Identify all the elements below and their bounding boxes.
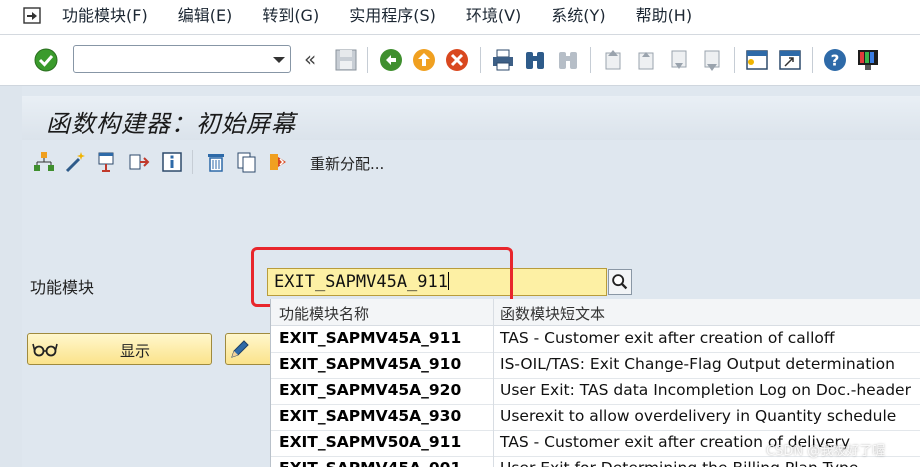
row-name: EXIT_SAPMV45A_911 [279, 329, 462, 347]
cancel-icon[interactable] [444, 47, 470, 73]
chevron-down-icon[interactable] [268, 45, 290, 73]
menu-help[interactable]: 帮助(H) [636, 6, 693, 26]
help-icon[interactable]: ? [822, 47, 848, 73]
table-row[interactable]: EXIT_SAPMV45A_911 TAS - Customer exit af… [271, 326, 920, 353]
menu-goto[interactable]: 转到(G) [262, 6, 319, 26]
copy-icon[interactable] [235, 150, 259, 174]
pencil-icon [231, 340, 249, 358]
toolbar-separator [812, 47, 813, 73]
row-text: IS-OIL/TAS: Exit Change-Flag Output dete… [500, 355, 895, 373]
row-text: TAS - Customer exit after creation of ca… [500, 329, 835, 347]
row-name: EXIT_SAPMV45A_910 [279, 355, 462, 373]
value-help-button[interactable] [608, 269, 632, 295]
page-title: 函数构建器：初始屏幕 [46, 110, 296, 138]
watermark: CSDN @我被好了喔 [766, 444, 886, 459]
table-row[interactable]: EXIT_SAPMV45A_910 IS-OIL/TAS: Exit Chang… [271, 352, 920, 379]
row-text: Userexit to allow overdelivery in Quanti… [500, 407, 897, 425]
hierarchy-icon[interactable] [32, 150, 56, 174]
display-button[interactable]: 显示 [27, 333, 212, 365]
menu-system[interactable]: 系统(Y) [551, 6, 605, 26]
column-header-name[interactable]: 功能模块名称 [279, 303, 369, 324]
enter-check-icon[interactable] [33, 47, 59, 73]
row-text: User Exit: TAS data Incompletion Log on … [500, 381, 911, 399]
customize-layout-icon[interactable] [855, 47, 881, 73]
test-run-icon[interactable] [128, 150, 152, 174]
row-name: EXIT_SAPMV45A_920 [279, 381, 462, 399]
row-name: EXIT_SAPMV50A_911 [279, 433, 462, 451]
toolbar-separator [734, 47, 735, 73]
standard-toolbar: « ? [0, 35, 920, 86]
find-icon[interactable] [522, 47, 548, 73]
menu-edit[interactable]: 编辑(E) [178, 6, 233, 26]
toolbar-separator [480, 47, 481, 73]
column-header-text[interactable]: 函数模块短文本 [500, 303, 605, 324]
previous-page-icon[interactable] [633, 47, 659, 73]
delete-icon[interactable] [204, 150, 228, 174]
menu-function-module[interactable]: 功能模块(F) [62, 6, 148, 26]
search-icon [612, 274, 628, 290]
menu-environment[interactable]: 环境(V) [466, 6, 521, 26]
table-row[interactable]: EXIT_SAPMV45A_930 Userexit to allow over… [271, 404, 920, 431]
next-page-icon[interactable] [666, 47, 692, 73]
magic-wand-icon[interactable] [64, 150, 88, 174]
exit-icon[interactable] [411, 47, 437, 73]
row-name: EXIT_SAPMV45A_001 [279, 459, 461, 467]
rename-icon[interactable] [267, 150, 291, 174]
back-icon[interactable] [378, 47, 404, 73]
svg-text:?: ? [831, 52, 840, 70]
toolbar-separator [590, 47, 591, 73]
collapse-arrows[interactable]: « [304, 47, 316, 71]
toolbar-separator [192, 150, 193, 174]
info-icon[interactable] [160, 150, 184, 174]
command-field[interactable] [73, 45, 291, 73]
shortcut-icon[interactable] [777, 47, 803, 73]
save-icon[interactable] [333, 47, 359, 73]
left-margin [0, 86, 22, 467]
application-toolbar: 重新分配... [22, 142, 920, 184]
toolbar-separator [367, 47, 368, 73]
new-session-icon[interactable] [744, 47, 770, 73]
popup-header: 功能模块名称 函数模块短文本 [271, 299, 920, 326]
change-button[interactable] [225, 333, 275, 365]
menu-utilities[interactable]: 实用程序(S) [349, 6, 436, 26]
glasses-icon [32, 343, 58, 357]
title-bar: 函数构建器：初始屏幕 [22, 96, 920, 140]
row-text: User Exit for Determining the Billing Pl… [500, 459, 858, 467]
row-name: EXIT_SAPMV45A_930 [279, 407, 462, 425]
last-page-icon[interactable] [699, 47, 725, 73]
first-page-icon[interactable] [600, 47, 626, 73]
print-icon[interactable] [490, 47, 516, 73]
highlight-annotation [251, 247, 513, 307]
function-module-label: 功能模块 [30, 278, 95, 297]
find-next-icon[interactable] [555, 47, 581, 73]
menu-items: 功能模块(F) 编辑(E) 转到(G) 实用程序(S) 环境(V) 系统(Y) … [62, 6, 722, 26]
menu-bar: 功能模块(F) 编辑(E) 转到(G) 实用程序(S) 环境(V) 系统(Y) … [0, 0, 920, 35]
where-used-icon[interactable] [96, 150, 120, 174]
column-separator [493, 299, 494, 467]
table-row[interactable]: EXIT_SAPMV45A_920 User Exit: TAS data In… [271, 378, 920, 405]
display-button-label: 显示 [120, 342, 151, 360]
reassign-button[interactable]: 重新分配... [310, 153, 384, 174]
menu-icon[interactable] [22, 6, 44, 26]
